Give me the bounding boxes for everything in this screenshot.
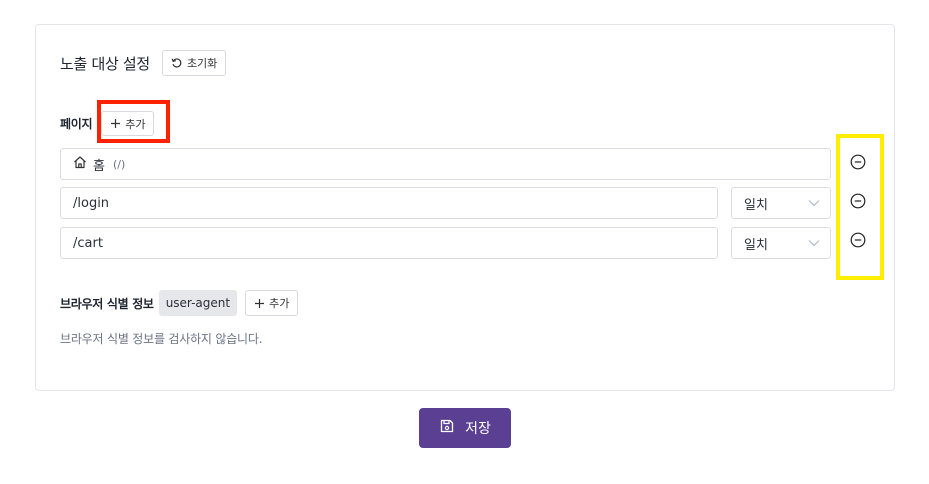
page-path-input[interactable]: /login xyxy=(60,187,718,219)
browser-row: 브라우저 식별 정보 user-agent 추가 xyxy=(60,290,299,316)
reset-button[interactable]: 초기화 xyxy=(161,50,227,76)
plus-icon xyxy=(110,118,121,129)
minus-circle-icon xyxy=(850,154,866,174)
save-icon xyxy=(439,418,455,438)
match-select[interactable]: 일치 xyxy=(731,187,831,219)
home-page-field[interactable]: 홈 (/) xyxy=(60,148,831,180)
minus-circle-icon xyxy=(850,193,866,213)
add-page-label: 추가 xyxy=(125,117,146,131)
minus-circle-icon xyxy=(850,232,866,252)
save-label: 저장 xyxy=(465,421,491,437)
home-page-path: (/) xyxy=(112,157,126,171)
reset-icon xyxy=(171,57,183,69)
save-button[interactable]: 저장 xyxy=(419,408,511,448)
remove-home-button[interactable] xyxy=(848,154,868,174)
chevron-down-icon xyxy=(808,236,820,251)
remove-login-button[interactable] xyxy=(848,193,868,213)
reset-label: 초기화 xyxy=(186,57,218,70)
add-browser-label: 추가 xyxy=(269,297,290,310)
remove-cart-button[interactable] xyxy=(848,232,868,252)
add-page-button[interactable]: 추가 xyxy=(101,111,155,136)
plus-icon xyxy=(254,298,265,309)
page-row: 페이지 추가 xyxy=(60,111,155,136)
user-agent-tag[interactable]: user-agent xyxy=(158,290,238,316)
title-row: 노출 대상 설정 초기화 xyxy=(60,50,227,76)
target-settings-card: 노출 대상 설정 초기화 페이지 추가 홈 (/) /login 일치 /car… xyxy=(35,24,895,391)
match-select-value: 일치 xyxy=(744,237,768,253)
chevron-down-icon xyxy=(808,196,820,211)
browser-label: 브라우저 식별 정보 xyxy=(60,296,154,311)
section-title: 노출 대상 설정 xyxy=(60,54,150,73)
browser-hint: 브라우저 식별 정보를 검사하지 않습니다. xyxy=(60,332,263,346)
home-page-name: 홈 xyxy=(93,158,105,174)
page-path-input[interactable]: /cart xyxy=(60,227,718,259)
home-icon xyxy=(73,155,87,173)
page-label: 페이지 xyxy=(60,117,93,131)
match-select-value: 일치 xyxy=(744,197,768,213)
add-browser-button[interactable]: 추가 xyxy=(245,290,299,316)
match-select[interactable]: 일치 xyxy=(731,227,831,259)
